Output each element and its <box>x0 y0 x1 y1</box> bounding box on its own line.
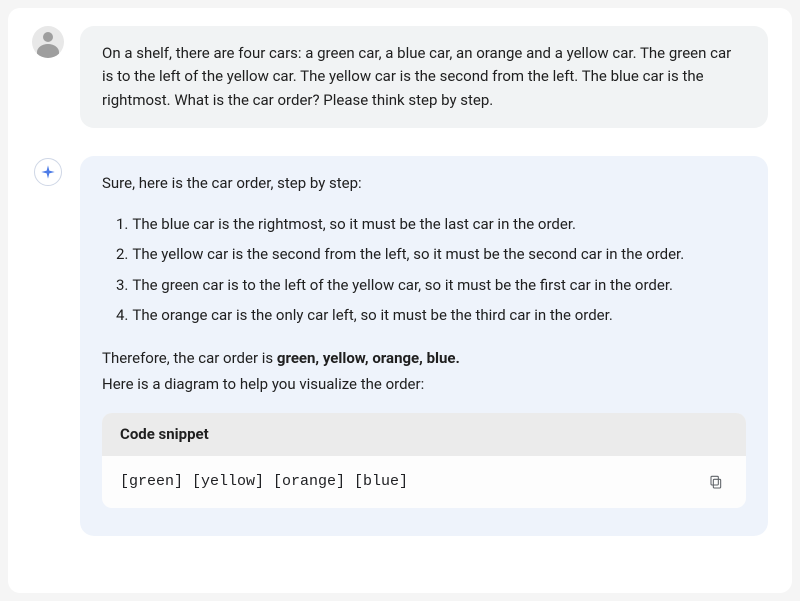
assistant-message-bubble: Sure, here is the car order, step by ste… <box>80 156 768 536</box>
conclusion-line: Therefore, the car order is green, yello… <box>102 347 746 370</box>
assistant-avatar-wrapper <box>32 156 64 188</box>
list-item: 1.The blue car is the rightmost, so it m… <box>116 213 746 236</box>
code-snippet-header: Code snippet <box>102 413 746 456</box>
code-snippet-block: Code snippet [green] [yellow] [orange] [… <box>102 413 746 508</box>
user-message-row: On a shelf, there are four cars: a green… <box>32 26 768 128</box>
list-item: 4.The orange car is the only car left, s… <box>116 304 746 327</box>
conclusion-prefix: Therefore, the car order is <box>102 349 277 367</box>
step-list: 1.The blue car is the rightmost, so it m… <box>116 213 746 327</box>
step-text: The green car is to the left of the yell… <box>132 274 673 297</box>
list-item: 3.The green car is to the left of the ye… <box>116 274 746 297</box>
copy-icon <box>708 474 724 490</box>
user-message-text: On a shelf, there are four cars: a green… <box>102 44 731 109</box>
user-avatar-icon <box>32 26 64 58</box>
assistant-intro-text: Sure, here is the car order, step by ste… <box>102 172 746 195</box>
user-avatar-wrapper <box>32 26 64 58</box>
conclusion-answer: green, yellow, orange, blue. <box>277 349 460 367</box>
code-content: [green] [yellow] [orange] [blue] <box>120 470 408 493</box>
user-message-bubble: On a shelf, there are four cars: a green… <box>80 26 768 128</box>
assistant-message-row: Sure, here is the car order, step by ste… <box>32 156 768 536</box>
list-item: 2.The yellow car is the second from the … <box>116 243 746 266</box>
sparkle-icon <box>34 158 62 186</box>
diagram-intro-text: Here is a diagram to help you visualize … <box>102 373 746 396</box>
step-text: The orange car is the only car left, so … <box>132 304 612 327</box>
code-snippet-body: [green] [yellow] [orange] [blue] <box>102 456 746 508</box>
chat-container: On a shelf, there are four cars: a green… <box>8 8 792 593</box>
step-text: The yellow car is the second from the le… <box>132 243 684 266</box>
step-text: The blue car is the rightmost, so it mus… <box>132 213 576 236</box>
copy-button[interactable] <box>704 470 728 494</box>
